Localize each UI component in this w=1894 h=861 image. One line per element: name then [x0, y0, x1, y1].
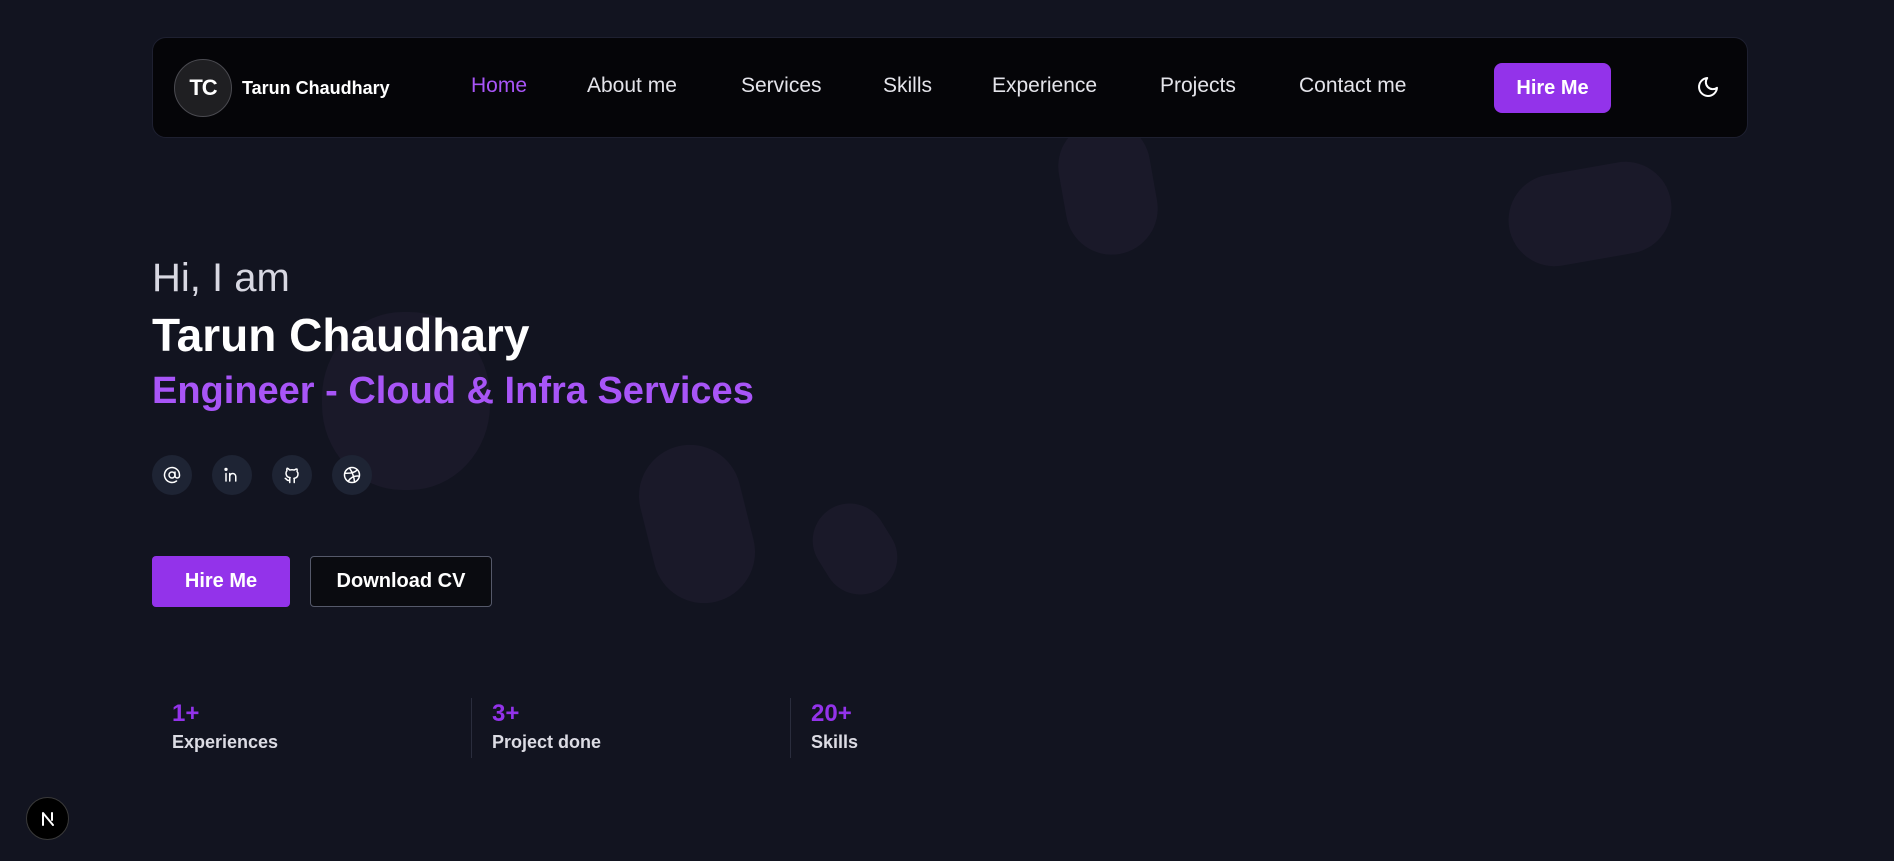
nextjs-dev-badge[interactable] [26, 797, 69, 840]
theme-toggle-button[interactable] [1693, 72, 1723, 102]
moon-icon [1698, 77, 1718, 97]
download-cv-button[interactable]: Download CV [310, 556, 492, 607]
stat-experiences: 1+ Experiences [172, 700, 278, 753]
hero-role: Engineer - Cloud & Infra Services [152, 370, 754, 412]
github-icon [284, 467, 299, 484]
background-blob [1501, 154, 1679, 274]
stat-value: 3+ [492, 700, 520, 727]
stat-label: Project done [492, 732, 602, 752]
stat-value: 20+ [811, 700, 852, 727]
hero-hire-me-button[interactable]: Hire Me [152, 556, 290, 607]
hero-name: Tarun Chaudhary [152, 309, 530, 361]
stat-label: Experiences [172, 732, 279, 752]
hero-greeting: Hi, I am [152, 256, 290, 300]
nav-hire-me-button[interactable]: Hire Me [1494, 63, 1611, 113]
stat-label: Skills [811, 732, 859, 752]
stat-value: 1+ [172, 700, 200, 727]
brand[interactable]: TC Tarun Chaudhary [174, 59, 390, 117]
navbar: TC Tarun Chaudhary Home About me Service… [152, 37, 1748, 138]
nav-link-services[interactable]: Services [741, 74, 822, 98]
nextjs-logo-icon [41, 811, 54, 826]
nav-link-experience[interactable]: Experience [992, 74, 1097, 98]
nav-link-projects[interactable]: Projects [1160, 74, 1236, 98]
stat-skills: 20+ Skills [811, 700, 858, 753]
social-email-link[interactable] [152, 455, 192, 495]
stat-projects: 3+ Project done [492, 700, 601, 753]
social-linkedin-link[interactable] [212, 455, 252, 495]
nav-link-home[interactable]: Home [471, 74, 527, 98]
nav-link-contact[interactable]: Contact me [1299, 74, 1406, 98]
dribbble-icon [343, 466, 361, 484]
nav-link-about[interactable]: About me [587, 74, 677, 98]
linkedin-icon [224, 467, 237, 482]
at-sign-icon [163, 466, 181, 484]
social-dribbble-link[interactable] [332, 455, 372, 495]
social-github-link[interactable] [272, 455, 312, 495]
brand-avatar: TC [174, 59, 232, 117]
background-blob [628, 434, 766, 614]
stat-divider [790, 698, 791, 758]
brand-name: Tarun Chaudhary [242, 77, 390, 98]
background-blob [798, 489, 912, 609]
stat-divider [471, 698, 472, 758]
nav-link-skills[interactable]: Skills [883, 74, 932, 98]
